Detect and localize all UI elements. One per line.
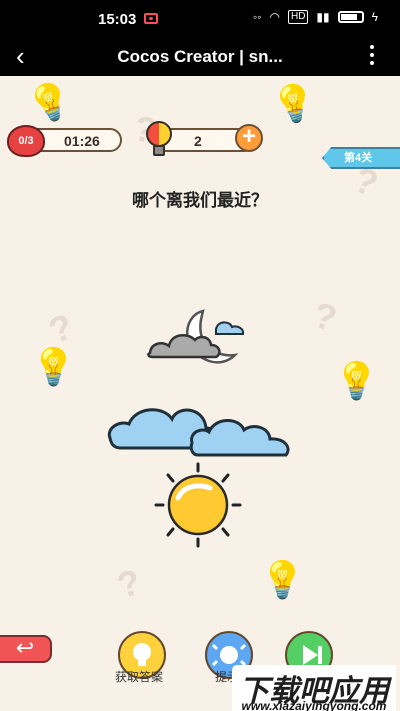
add-hint-button[interactable]: + [235, 124, 263, 152]
timer-value: 01:26 [64, 133, 100, 149]
watermark-url: www.xiazaiyingyong.com [241, 699, 387, 711]
background-question-icon: ? [112, 560, 146, 607]
hint-count-value: 2 [194, 133, 202, 149]
timer-panel: 0/3 01:26 [7, 125, 122, 157]
lives-heart-icon: 0/3 [7, 125, 45, 157]
moon-choice-button[interactable] [140, 291, 262, 371]
background-bulb-icon: 💡 [268, 79, 320, 128]
charging-icon: ϟ [371, 10, 378, 24]
get-answer-label: 获取答案 [115, 670, 164, 684]
more-options-button[interactable] [370, 45, 374, 69]
clouds-choice-button[interactable] [104, 385, 302, 457]
background-bulb-icon: 💡 [334, 360, 379, 401]
sun-icon [154, 462, 242, 548]
signal-icon: ▮▮ [316, 10, 330, 24]
sun-choice-button[interactable] [148, 462, 248, 548]
background-bulb-icon: 💡 [31, 346, 76, 387]
return-arrow-button[interactable]: ↩ [0, 635, 52, 663]
moon-cloud-icon [147, 309, 245, 364]
status-time: 15:03 [98, 11, 137, 28]
app-title: Cocos Creator | sn... [117, 47, 283, 66]
vibrate-icon: ◦◦ [252, 10, 262, 24]
wifi-icon: ◠ [269, 10, 280, 24]
hint-count-panel: 2 + [146, 121, 263, 156]
level-badge: 第4关 [322, 147, 400, 169]
screen-record-icon [144, 13, 158, 24]
network-badge: HD [287, 10, 309, 24]
app-toolbar: ‹ Cocos Creator | sn... [0, 38, 400, 76]
status-bar: 15:03 ◦◦ ◠ HD ▮▮ ϟ [0, 0, 400, 38]
background-question-icon: ? [309, 293, 342, 340]
watermark-logo: 下载吧应用 www.xiazaiyingyong.com [232, 665, 396, 711]
status-icons: ◦◦ ◠ HD ▮▮ ϟ [253, 10, 378, 24]
question-text: 哪个离我们最近？ [132, 191, 268, 210]
clouds-icon [107, 408, 290, 457]
game-screen: 💡 ? 💡 ? ? ? 💡 💡 ? 💡 0/3 01:26 2 + 第4关 哪个… [0, 76, 400, 711]
background-bulb-icon: 💡 [22, 76, 78, 129]
background-bulb-icon: 💡 [260, 559, 305, 600]
lightbulb-icon [144, 118, 174, 160]
battery-icon [337, 11, 364, 23]
